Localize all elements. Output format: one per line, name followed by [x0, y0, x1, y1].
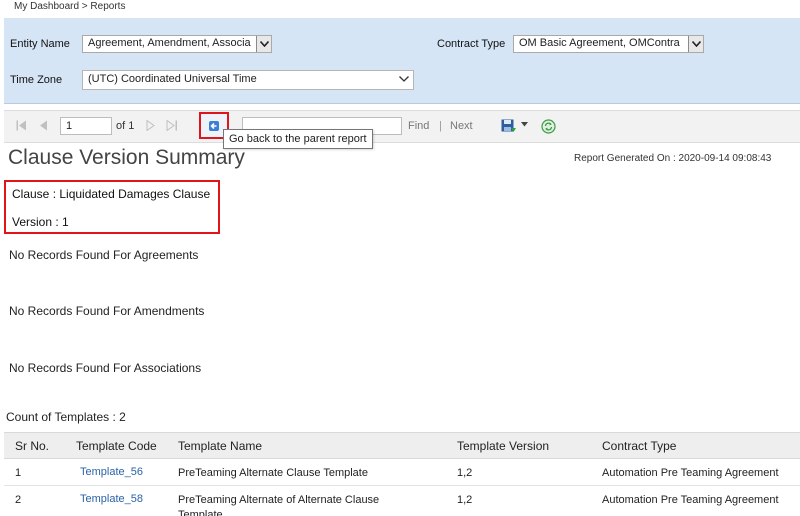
template-name-cell: PreTeaming Alternate of Alternate Clause… [178, 494, 380, 516]
sr-no-cell: 2 [15, 494, 22, 506]
table-header: Sr No. Template Code Template Name Templ… [4, 432, 800, 459]
template-count: Count of Templates : 2 [6, 410, 126, 424]
back-to-parent-icon [209, 120, 219, 131]
report-toolbar: 1 of 1 Find | Next [4, 110, 800, 143]
report-title: Clause Version Summary [8, 146, 245, 169]
page-count: of 1 [116, 120, 135, 132]
find-next-link[interactable]: Next [450, 120, 473, 132]
report-generated-on: Report Generated On : 2020-09-14 09:08:4… [574, 153, 772, 164]
clause-name: Clause : Liquidated Damages Clause [12, 187, 211, 201]
no-associations-message: No Records Found For Associations [9, 361, 202, 375]
chevron-down-icon[interactable] [688, 36, 703, 52]
refresh-icon[interactable] [541, 119, 556, 134]
column-header[interactable]: Template Version [457, 439, 549, 453]
clause-version: Version : 1 [12, 215, 69, 229]
template-code-link[interactable]: Template_56 [80, 465, 143, 480]
no-amendments-message: No Records Found For Amendments [9, 304, 205, 318]
template-version-cell: 1,2 [457, 467, 473, 479]
table-row: 1 Template_56 PreTeaming Alternate Claus… [4, 459, 800, 486]
column-header[interactable]: Sr No. [15, 439, 49, 453]
column-header[interactable]: Template Code [76, 439, 157, 453]
chevron-down-icon[interactable] [256, 36, 271, 52]
time-zone-value: (UTC) Coordinated Universal Time [88, 73, 257, 85]
time-zone-label: Time Zone [10, 74, 63, 86]
find-link[interactable]: Find [408, 120, 429, 132]
export-dropdown-icon[interactable] [521, 122, 528, 127]
save-icon[interactable] [501, 119, 517, 133]
entity-name-select[interactable]: Agreement, Amendment, Associa [82, 35, 272, 53]
next-page-icon[interactable] [146, 120, 155, 131]
entity-name-label: Entity Name [10, 38, 70, 50]
chevron-down-icon[interactable] [399, 76, 409, 82]
back-button-tooltip: Go back to the parent report [223, 129, 373, 149]
table-row: 2 Template_58 PreTeaming Alternate of Al… [4, 486, 800, 516]
breadcrumb[interactable]: My Dashboard > Reports [14, 1, 125, 12]
toolbar-separator: | [439, 120, 442, 132]
entity-name-value: Agreement, Amendment, Associa [88, 37, 251, 49]
parameters-panel: Entity Name Agreement, Amendment, Associ… [4, 18, 800, 104]
column-header[interactable]: Contract Type [602, 439, 676, 453]
contract-type-cell: Automation Pre Teaming Agreement [602, 467, 779, 479]
time-zone-select[interactable]: (UTC) Coordinated Universal Time [82, 70, 414, 90]
sr-no-cell: 1 [15, 467, 22, 479]
contract-type-cell: Automation Pre Teaming Agreement [602, 494, 779, 506]
template-version-cell: 1,2 [457, 494, 473, 506]
template-name-cell: PreTeaming Alternate Clause Template [178, 467, 368, 479]
first-page-icon[interactable] [16, 120, 28, 131]
contract-type-label: Contract Type [437, 38, 506, 50]
clause-highlight-box: Clause : Liquidated Damages Clause Versi… [4, 180, 220, 234]
column-header[interactable]: Template Name [178, 439, 262, 453]
template-code-link[interactable]: Template_58 [80, 492, 143, 507]
contract-type-value: OM Basic Agreement, OMContra [519, 37, 680, 49]
previous-page-icon[interactable] [39, 120, 48, 131]
last-page-icon[interactable] [166, 120, 178, 131]
page-number-input[interactable]: 1 [60, 117, 112, 135]
no-agreements-message: No Records Found For Agreements [9, 248, 199, 262]
contract-type-select[interactable]: OM Basic Agreement, OMContra [513, 35, 704, 53]
